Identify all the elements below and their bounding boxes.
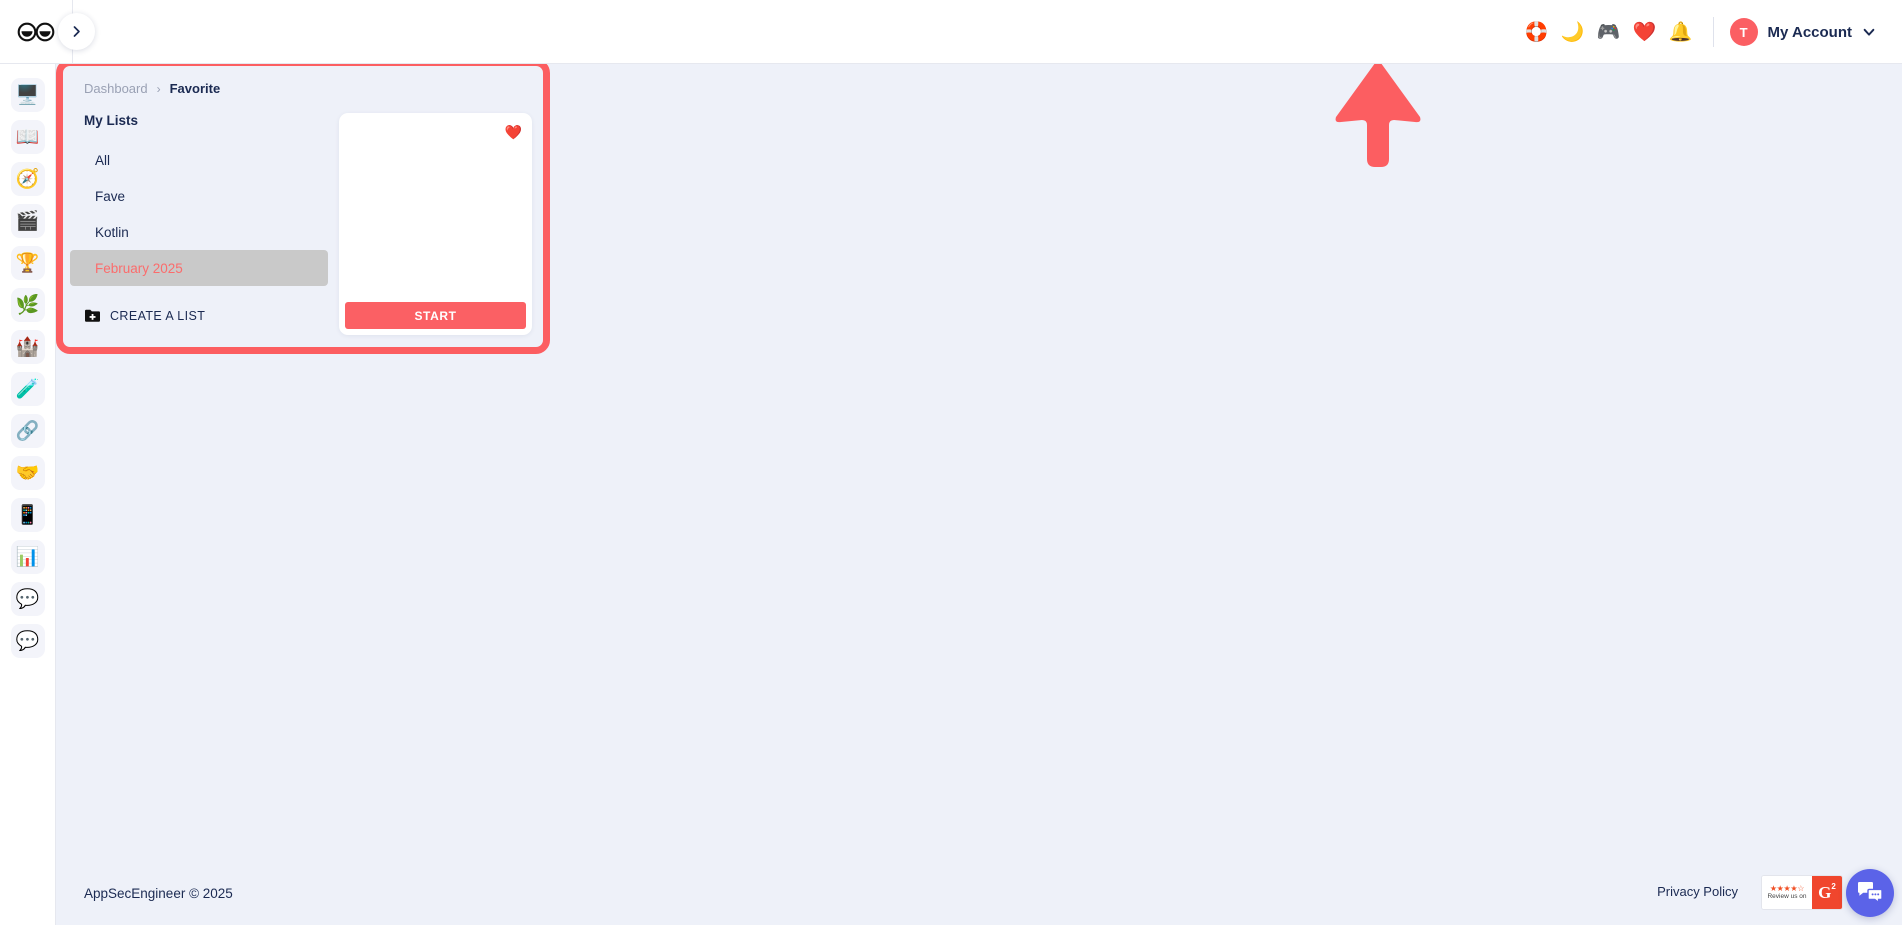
favorites-heart-icon[interactable]: ❤️ — [1627, 12, 1663, 52]
sidebar-expand-button[interactable] — [58, 13, 95, 50]
sidebar-item-teams[interactable]: 🤝 — [10, 456, 45, 490]
infinity-eyes-logo-icon — [17, 22, 55, 41]
top-bar: 🛟 🌙 🎮 ❤️ 🔔 T My Account — [0, 0, 1902, 64]
sidebar-item-courses[interactable]: 📱 — [10, 498, 45, 532]
start-button[interactable]: START — [345, 302, 526, 329]
folder-plus-icon — [85, 309, 100, 322]
my-lists-heading: My Lists — [84, 113, 139, 128]
sidebar-item-dashboard[interactable]: 🖥️ — [10, 78, 45, 112]
list-item[interactable]: All — [70, 142, 328, 178]
list-item-label: Fave — [95, 188, 126, 204]
sidebar-item-feedback-chat[interactable]: 💬 — [10, 624, 45, 658]
discord-icon[interactable]: 🎮 — [1591, 12, 1627, 52]
create-a-list-label: CREATE A LIST — [110, 308, 206, 323]
course-card[interactable]: ❤️ START — [339, 113, 532, 335]
notifications-bell-icon[interactable]: 🔔 — [1663, 12, 1699, 52]
sidebar-item-reports[interactable]: 📊 — [10, 540, 45, 574]
footer-copyright: AppSecEngineer © 2025 — [84, 886, 233, 901]
breadcrumb-separator-icon: › — [156, 81, 161, 96]
sidebar-item-support-chat[interactable]: 💬 — [10, 582, 45, 616]
list-item[interactable]: February 2025 — [70, 250, 328, 286]
avatar: T — [1729, 18, 1758, 46]
my-lists-container: All Fave Kotlin February 2025 — [70, 142, 328, 286]
topbar-actions: 🛟 🌙 🎮 ❤️ 🔔 T My Account — [1519, 0, 1880, 64]
chevron-right-icon — [73, 26, 80, 37]
list-item[interactable]: Kotlin — [70, 214, 328, 250]
chat-bubble-icon — [1857, 882, 1883, 904]
list-item-label: All — [95, 152, 111, 168]
list-item-label: February 2025 — [95, 260, 183, 276]
privacy-policy-link[interactable]: Privacy Policy — [1657, 884, 1738, 899]
chevron-down-icon — [1863, 28, 1875, 36]
create-a-list-button[interactable]: CREATE A LIST — [84, 308, 205, 323]
account-menu[interactable]: T My Account — [1729, 18, 1880, 46]
sidebar-item-explore[interactable]: 🧭 — [10, 162, 45, 196]
sidebar-item-achievements[interactable]: 🏆 — [10, 246, 45, 280]
list-item[interactable]: Fave — [70, 178, 328, 214]
g2-stars: ★★★★☆ — [1769, 883, 1805, 893]
sidebar-item-videos[interactable]: 🎬 — [10, 204, 45, 238]
dark-mode-moon-icon[interactable]: 🌙 — [1555, 12, 1591, 52]
breadcrumb-dashboard[interactable]: Dashboard — [84, 81, 148, 96]
left-sidebar-rail: 🖥️ 📖 🧭 🎬 🏆 🌿 🏰 🧪 🔗 🤝 📱 📊 💬 💬 — [0, 64, 56, 925]
g2-badge-left: ★★★★☆ Review us on — [1762, 876, 1812, 909]
g2-badge-right: G2 — [1812, 876, 1842, 909]
sidebar-item-skills[interactable]: 🌿 — [10, 288, 45, 322]
g2-logo-superscript: 2 — [1831, 882, 1836, 891]
g2-logo: G — [1818, 883, 1832, 902]
breadcrumb-favorite[interactable]: Favorite — [170, 81, 221, 96]
main-content: Dashboard › Favorite My Lists All Fave Kot… — [56, 59, 1902, 925]
sidebar-item-learning-paths[interactable]: 📖 — [10, 120, 45, 154]
lifebuoy-help-icon[interactable]: 🛟 — [1519, 12, 1555, 52]
breadcrumb: Dashboard › Favorite — [84, 81, 220, 96]
g2-review-badge[interactable]: ★★★★☆ Review us on G2 — [1762, 876, 1842, 909]
red-up-arrow-annotation — [1335, 59, 1421, 167]
g2-review-text: Review us on — [1767, 892, 1807, 900]
support-chat-button[interactable] — [1846, 869, 1894, 917]
account-label: My Account — [1767, 23, 1852, 41]
favorites-panel: Dashboard › Favorite My Lists All Fave Kot… — [63, 66, 543, 347]
topbar-separator — [1712, 17, 1714, 47]
sidebar-item-labs[interactable]: 🧪 — [10, 372, 45, 406]
card-favorite-heart-icon[interactable]: ❤️ — [505, 125, 522, 139]
sidebar-item-challenges[interactable]: 🏰 — [10, 330, 45, 364]
list-item-label: Kotlin — [95, 224, 129, 240]
sidebar-item-community[interactable]: 🔗 — [10, 414, 45, 448]
